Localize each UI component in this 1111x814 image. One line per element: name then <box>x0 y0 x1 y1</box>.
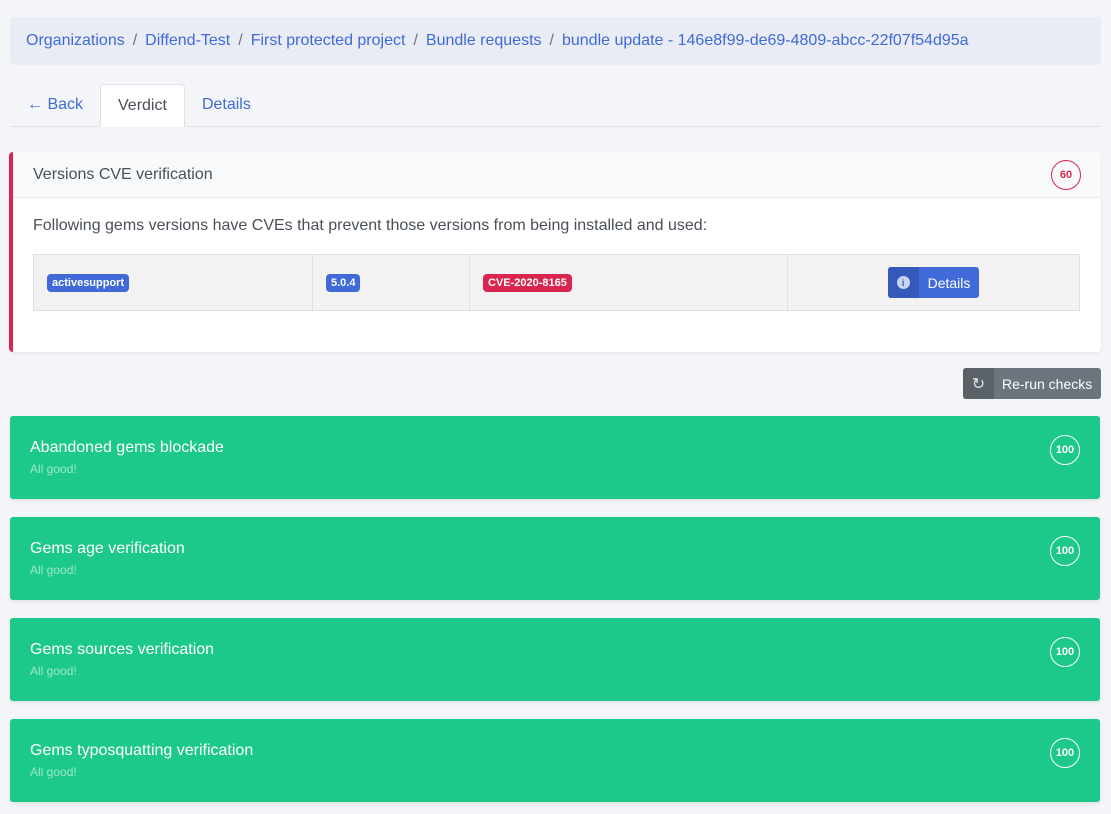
score-badge: 100 <box>1050 738 1080 768</box>
check-status: All good! <box>30 664 77 678</box>
breadcrumb-separator: / <box>413 32 418 49</box>
back-link[interactable]: ← Back <box>10 84 100 126</box>
breadcrumb-current-request[interactable]: bundle update - 146e8f99-de69-4809-abcc-… <box>562 32 969 50</box>
tab-details[interactable]: Details <box>185 84 268 126</box>
card-header: Versions CVE verification 60 <box>13 152 1101 198</box>
rerun-checks-label: Re-run checks <box>1002 375 1093 392</box>
breadcrumb-organization[interactable]: Diffend-Test <box>145 32 230 50</box>
breadcrumb-organizations[interactable]: Organizations <box>26 32 125 50</box>
check-card-gems-typosquatting: Gems typosquatting verification All good… <box>10 719 1100 802</box>
breadcrumb-bundle-requests[interactable]: Bundle requests <box>426 32 542 50</box>
cve-gems-table: activesupport 5.0.4 CVE-2020-8165 i Deta… <box>33 254 1080 311</box>
actions-cell: i Details <box>787 254 1080 311</box>
tab-verdict[interactable]: Verdict <box>100 84 185 127</box>
breadcrumb-separator: / <box>549 32 554 49</box>
breadcrumb-separator: / <box>238 32 243 49</box>
check-card-gems-sources: Gems sources verification All good! 100 <box>10 618 1100 701</box>
details-button-label: Details <box>927 274 971 291</box>
check-title: Abandoned gems blockade <box>30 439 224 456</box>
check-title: Gems typosquatting verification <box>30 742 254 759</box>
cve-cell: CVE-2020-8165 <box>469 254 788 311</box>
gem-version-badge: 5.0.4 <box>326 274 361 292</box>
breadcrumb: Organizations / Diffend-Test / First pro… <box>10 17 1101 65</box>
gem-version-cell: 5.0.4 <box>312 254 470 311</box>
check-card-abandoned-gems: Abandoned gems blockade All good! 100 <box>10 416 1100 499</box>
score-badge: 100 <box>1050 435 1080 465</box>
breadcrumb-separator: / <box>132 32 138 49</box>
check-title: Gems sources verification <box>30 641 215 658</box>
check-status: All good! <box>30 462 77 476</box>
card-description: Following gems versions have CVEs that p… <box>33 217 708 234</box>
details-button[interactable]: i Details <box>887 267 980 298</box>
score-badge: 100 <box>1050 637 1080 667</box>
gem-name-badge: activesupport <box>47 274 130 292</box>
cve-verification-card: Versions CVE verification 60 Following g… <box>9 152 1101 352</box>
tab-bar: ← Back Verdict Details <box>10 84 1101 127</box>
breadcrumb-project[interactable]: First protected project <box>251 32 406 50</box>
rerun-checks-button[interactable]: ↻ Re-run checks <box>963 368 1101 399</box>
score-badge: 60 <box>1051 159 1081 190</box>
card-title: Versions CVE verification <box>33 165 213 183</box>
check-status: All good! <box>30 765 77 779</box>
check-title: Gems age verification <box>30 540 185 557</box>
gem-name-cell: activesupport <box>33 254 313 311</box>
info-icon: i <box>887 267 919 298</box>
table-row: activesupport 5.0.4 CVE-2020-8165 i Deta… <box>33 254 1080 311</box>
check-card-gems-age: Gems age verification All good! 100 <box>10 517 1100 600</box>
cve-badge: CVE-2020-8165 <box>483 274 572 292</box>
refresh-icon: ↻ <box>963 368 994 399</box>
check-status: All good! <box>30 563 77 577</box>
score-badge: 100 <box>1050 536 1080 566</box>
